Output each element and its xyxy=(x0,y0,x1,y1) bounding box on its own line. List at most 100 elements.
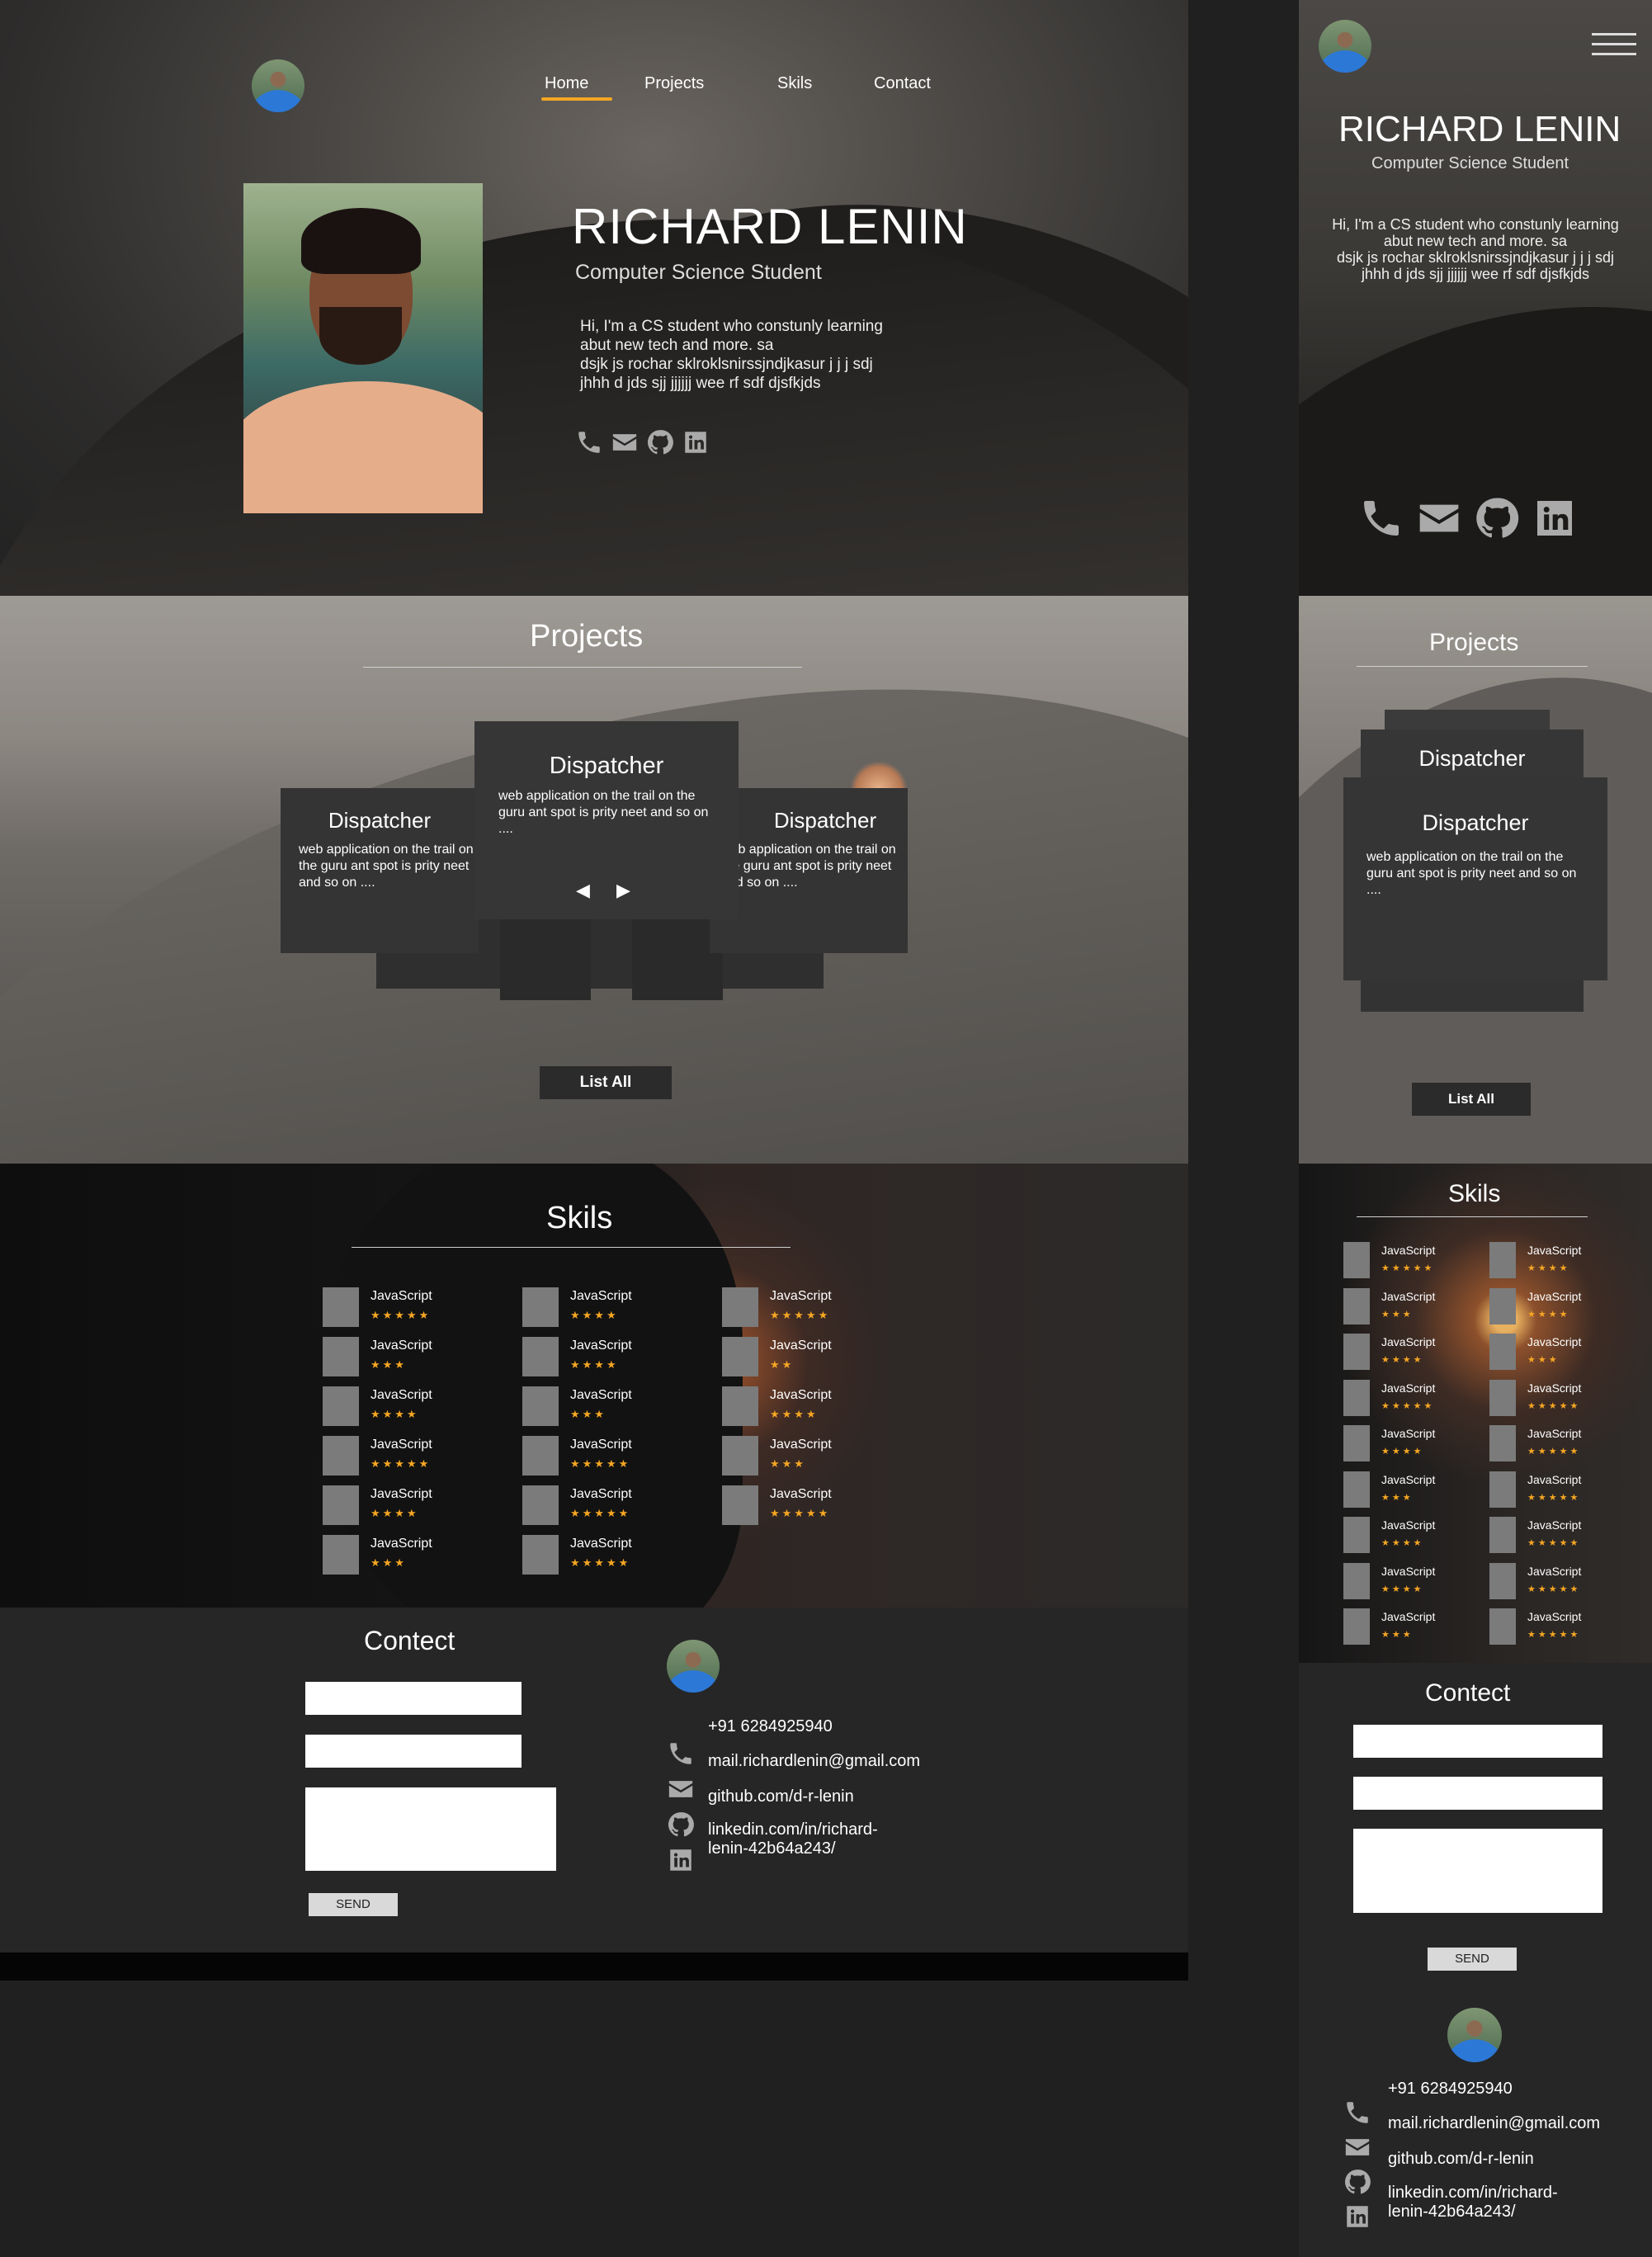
skill-rating-stars: ★★★★★ xyxy=(1527,1491,1581,1503)
nav-projects[interactable]: Projects xyxy=(644,74,704,93)
mobile-nav-avatar[interactable] xyxy=(1319,20,1371,73)
mobile-message-field[interactable] xyxy=(1353,1829,1602,1913)
mail-icon[interactable] xyxy=(1416,495,1462,541)
message-field[interactable] xyxy=(305,1787,556,1871)
github-icon[interactable] xyxy=(1474,495,1520,541)
project-card-right[interactable]: Dispatcher web application on the trail … xyxy=(710,788,908,953)
skill-name: JavaScript xyxy=(1381,1610,1436,1623)
skill-name: JavaScript xyxy=(371,1339,432,1353)
github-icon[interactable] xyxy=(646,428,674,456)
mobile-contact-phone[interactable]: +91 6284925940 xyxy=(1388,2080,1513,2099)
linkedin-icon[interactable] xyxy=(682,428,710,456)
skill-name: JavaScript xyxy=(1381,1518,1436,1532)
mobile-contact-linkedin-line2[interactable]: lenin-42b64a243/ xyxy=(1388,2203,1516,2222)
skill-rating-stars: ★★★ xyxy=(1527,1354,1560,1365)
skill-name: JavaScript xyxy=(371,1487,432,1501)
skill-logo xyxy=(1343,1517,1370,1553)
skill-rating-stars: ★★★★★ xyxy=(1381,1263,1435,1273)
phone-icon[interactable] xyxy=(1343,2099,1371,2127)
skill-name: JavaScript xyxy=(570,1289,632,1303)
skill-rating-stars: ★★★★ xyxy=(770,1409,819,1421)
mail-icon[interactable] xyxy=(667,1775,695,1803)
mobile-name-field[interactable] xyxy=(1353,1725,1602,1758)
send-button[interactable]: SEND xyxy=(309,1893,398,1916)
mobile-contact-email[interactable]: mail.richardlenin@gmail.com xyxy=(1388,2114,1600,2133)
skills-title-underline xyxy=(352,1247,791,1248)
skill-rating-stars: ★★★★★ xyxy=(1527,1629,1581,1640)
phone-icon[interactable] xyxy=(667,1740,695,1768)
skill-logo xyxy=(323,1436,359,1476)
carousel-prev-button[interactable]: ◀ xyxy=(576,880,590,901)
skill-rating-stars: ★★★★ xyxy=(371,1409,419,1421)
project-card-center[interactable]: Dispatcher web application on the trail … xyxy=(474,721,739,919)
mobile-contact-section: Contect SEND +91 6284925940 mail.richard… xyxy=(1299,1663,1652,2257)
skill-logo xyxy=(323,1287,359,1327)
skill-name: JavaScript xyxy=(371,1438,432,1452)
skill-rating-stars: ★★★ xyxy=(371,1557,407,1570)
skill-name: JavaScript xyxy=(371,1388,432,1402)
mobile-contact-title: Contect xyxy=(1425,1679,1511,1707)
skill-logo xyxy=(522,1386,559,1426)
mobile-send-button[interactable]: SEND xyxy=(1428,1948,1517,1971)
profile-bio: Hi, I'm a CS student who constunly learn… xyxy=(580,318,883,392)
profile-photo xyxy=(243,183,483,513)
skill-name: JavaScript xyxy=(770,1438,832,1452)
mobile-profile-title: Computer Science Student xyxy=(1371,154,1569,172)
nav-avatar[interactable] xyxy=(252,59,304,112)
contact-linkedin-line2[interactable]: lenin-42b64a243/ xyxy=(708,1839,836,1858)
skill-logo xyxy=(1343,1471,1370,1508)
linkedin-icon[interactable] xyxy=(1532,495,1578,541)
skill-rating-stars: ★★★★★ xyxy=(770,1508,831,1520)
skill-logo xyxy=(722,1287,758,1327)
skill-name: JavaScript xyxy=(770,1487,832,1501)
project-card-name: Dispatcher xyxy=(328,808,432,833)
skill-name: JavaScript xyxy=(570,1487,632,1501)
skill-logo xyxy=(722,1386,758,1426)
skill-rating-stars: ★★★★★ xyxy=(1527,1400,1581,1411)
skill-name: JavaScript xyxy=(1381,1335,1436,1348)
projects-title-underline xyxy=(363,667,802,668)
mobile-projects-title-underline xyxy=(1357,666,1588,667)
mobile-contact-avatar xyxy=(1447,2008,1502,2062)
skill-name: JavaScript xyxy=(570,1438,632,1452)
name-field[interactable] xyxy=(305,1682,522,1715)
skill-logo xyxy=(1489,1242,1516,1278)
mobile-contact-github[interactable]: github.com/d-r-lenin xyxy=(1388,2150,1534,2169)
skill-rating-stars: ★★★★★ xyxy=(1381,1400,1435,1411)
mail-icon[interactable] xyxy=(611,428,639,456)
linkedin-icon[interactable] xyxy=(667,1846,695,1874)
carousel-next-button[interactable]: ▶ xyxy=(616,880,630,901)
contact-email[interactable]: mail.richardlenin@gmail.com xyxy=(708,1752,920,1771)
skill-logo xyxy=(323,1386,359,1426)
mobile-contact-linkedin-line1[interactable]: linkedin.com/in/richard- xyxy=(1388,2184,1558,2203)
nav-home[interactable]: Home xyxy=(545,74,588,93)
phone-icon[interactable] xyxy=(575,428,603,456)
github-icon[interactable] xyxy=(1343,2168,1371,2196)
nav-contact[interactable]: Contact xyxy=(874,74,931,93)
skill-name: JavaScript xyxy=(1527,1289,1582,1303)
email-field[interactable] xyxy=(305,1735,522,1768)
mobile-email-field[interactable] xyxy=(1353,1777,1602,1810)
nav-skills[interactable]: Skils xyxy=(777,74,812,93)
skill-logo xyxy=(522,1535,559,1575)
skill-rating-stars: ★★★★ xyxy=(570,1359,619,1372)
github-icon[interactable] xyxy=(667,1811,695,1839)
phone-icon[interactable] xyxy=(1358,495,1404,541)
contact-phone[interactable]: +91 6284925940 xyxy=(708,1717,833,1736)
skill-logo xyxy=(323,1535,359,1575)
contact-github[interactable]: github.com/d-r-lenin xyxy=(708,1787,854,1806)
project-card-left[interactable]: Dispatcher web application on the trail … xyxy=(281,788,479,953)
contact-linkedin-line1[interactable]: linkedin.com/in/richard- xyxy=(708,1820,878,1839)
project-card-name: Dispatcher xyxy=(1418,746,1526,771)
mail-icon[interactable] xyxy=(1343,2133,1371,2161)
skill-name: JavaScript xyxy=(1527,1244,1582,1257)
skill-rating-stars: ★★★★ xyxy=(1527,1308,1570,1320)
mobile-skills-title: Skils xyxy=(1448,1180,1501,1207)
hamburger-menu-icon[interactable] xyxy=(1592,33,1636,58)
linkedin-icon[interactable] xyxy=(1343,2203,1371,2231)
mobile-project-card-front[interactable]: Dispatcher web application on the trail … xyxy=(1343,777,1607,980)
carousel-shadow xyxy=(500,909,591,1000)
list-all-button[interactable]: List All xyxy=(540,1066,672,1099)
skill-name: JavaScript xyxy=(371,1289,432,1303)
mobile-list-all-button[interactable]: List All xyxy=(1412,1083,1531,1116)
